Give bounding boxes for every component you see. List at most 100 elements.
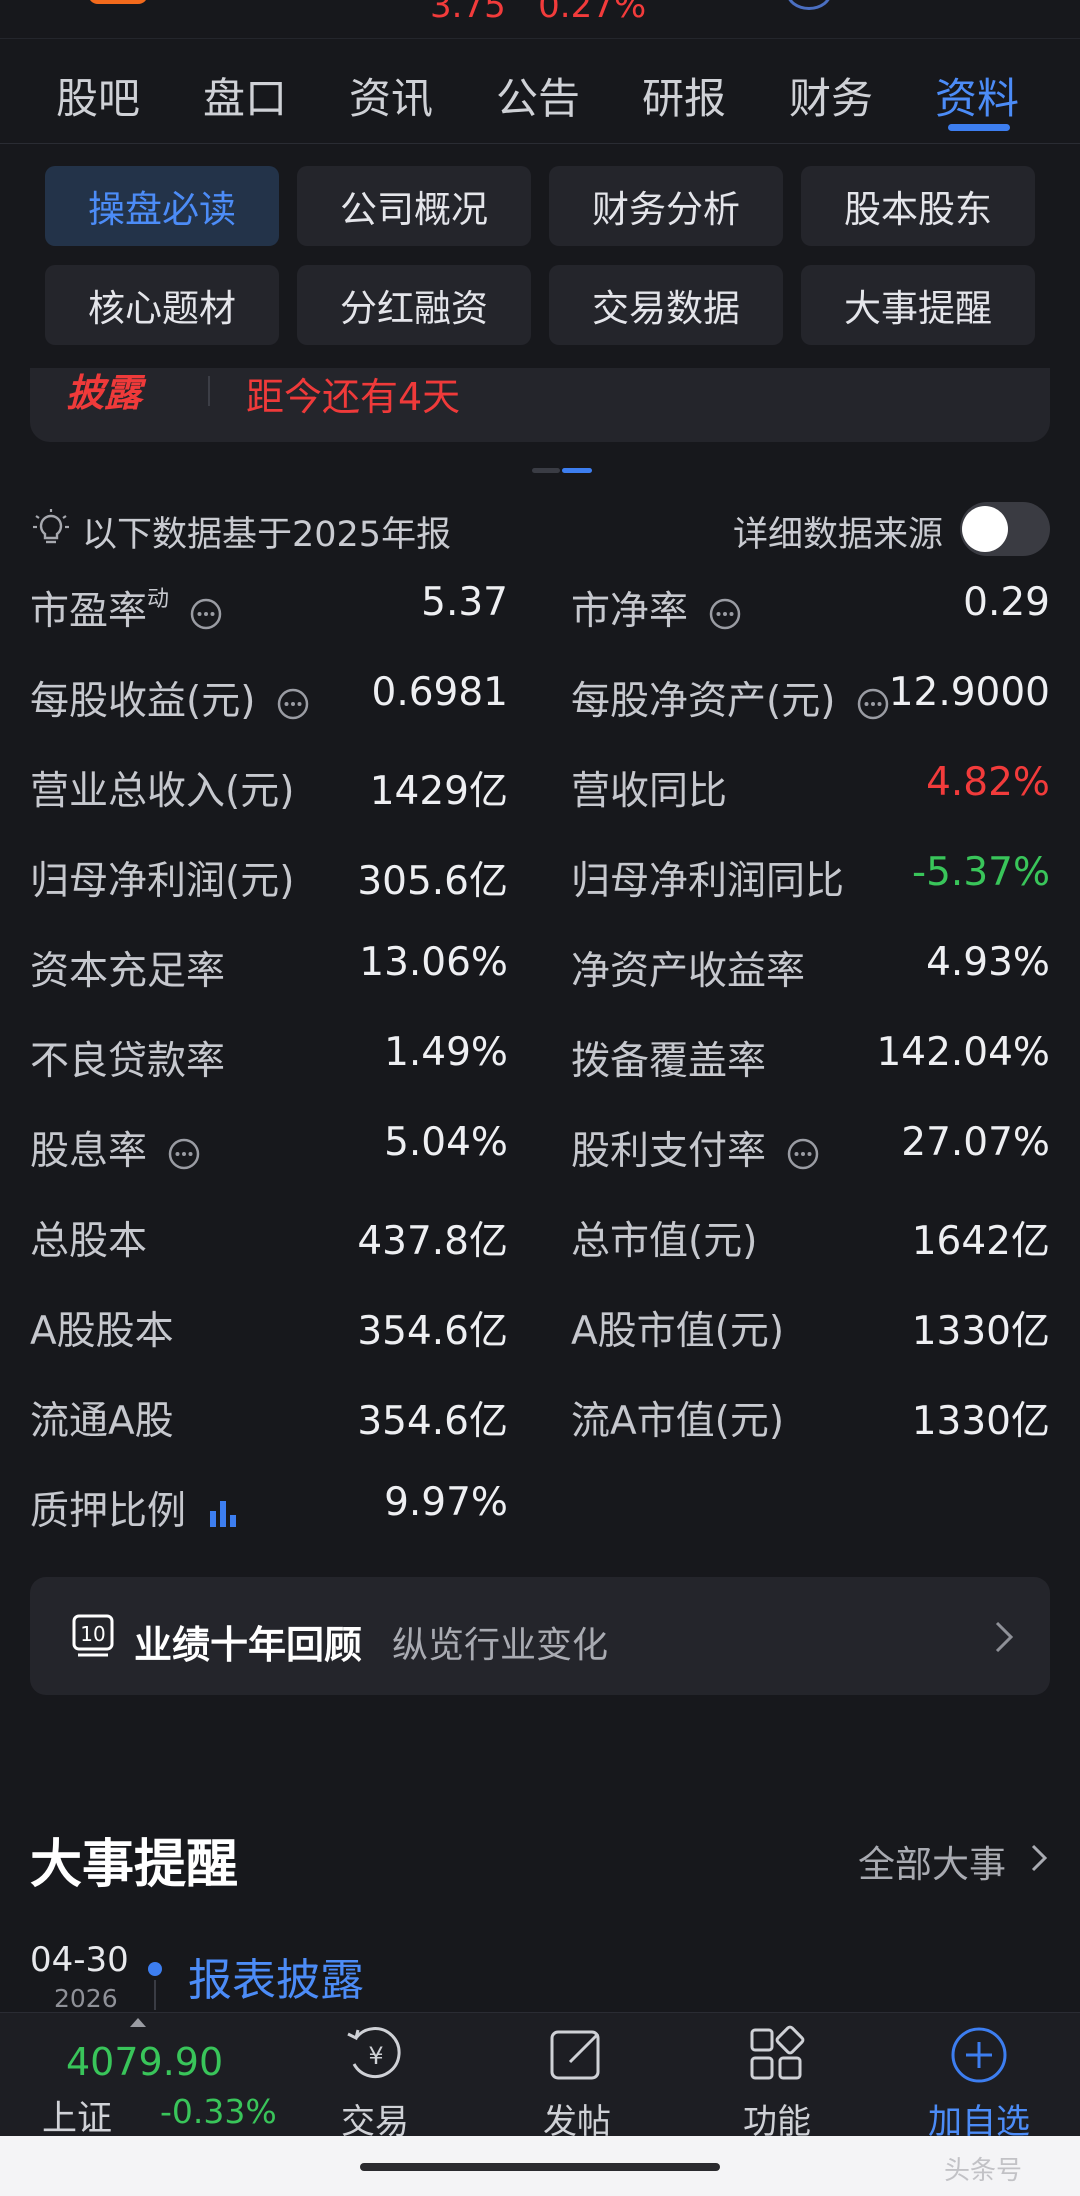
metric-value-provision: 142.04% (876, 1030, 1050, 1075)
add-watchlist-icon[interactable] (948, 2024, 1010, 2086)
ten-year-review-subtitle: 纵览行业变化 (392, 1625, 609, 1666)
metric-label-a-market-cap: A股市值(元) (571, 1309, 785, 1354)
carousel-indicator-active (562, 468, 592, 473)
metric-label-net-profit: 归母净利润(元) (30, 859, 295, 904)
event-date: 04-30 (30, 1940, 129, 1980)
chevron-right-icon (995, 1621, 1014, 1653)
subtab-financial-analysis[interactable]: 财务分析 (549, 166, 783, 246)
tab-news[interactable]: 资讯 (349, 65, 433, 126)
tab-research[interactable]: 研报 (642, 65, 726, 126)
post-edit-icon[interactable] (546, 2024, 610, 2086)
metric-value-revenue: 1429亿 (369, 769, 508, 814)
subtab-shareholders[interactable]: 股本股东 (801, 166, 1035, 246)
metric-label-total-shares: 总股本 (30, 1219, 148, 1264)
metric-value-pe: 5.37 (421, 580, 508, 625)
metric-value-pledge-ratio: 9.97% (384, 1480, 508, 1525)
stock-price-partial: 3.75 0.27% (430, 0, 647, 26)
metric-value-npl: 1.49% (384, 1030, 508, 1075)
metric-value-eps: 0.6981 (371, 670, 508, 715)
metric-label-float-a: 流通A股 (30, 1399, 174, 1444)
metric-label-roe: 净资产收益率 (571, 949, 806, 994)
metric-label-npl: 不良贷款率 (30, 1039, 226, 1084)
metric-value-pb: 0.29 (963, 580, 1050, 625)
lightbulb-icon (33, 509, 69, 544)
metric-value-roe: 4.93% (926, 940, 1050, 985)
main-tab-bar: 股吧 盘口 资讯 公告 研报 财务 资料 (0, 38, 1080, 144)
metric-label-payout-ratio[interactable]: 股利支付率 (571, 1120, 820, 1176)
index-name[interactable]: 上证 (42, 2090, 112, 2141)
expand-caret-icon[interactable] (130, 2018, 146, 2027)
svg-text:¥: ¥ (368, 2042, 383, 2070)
chevron-right-icon[interactable] (1028, 1842, 1050, 1874)
subtab-dividends[interactable]: 分红融资 (297, 265, 531, 345)
tab-profile[interactable]: 资料 (935, 65, 1019, 126)
metric-value-market-cap: 1642亿 (911, 1219, 1050, 1264)
event-year: 2026 (54, 1984, 118, 2013)
subtab-core-themes[interactable]: 核心题材 (45, 265, 279, 345)
metric-label-pe[interactable]: 市盈率动 (30, 580, 223, 636)
carousel-indicator (532, 468, 560, 473)
timeline-line (154, 1980, 156, 2010)
tab-finance[interactable]: 财务 (789, 65, 873, 126)
metric-value-net-profit-yoy: -5.37% (912, 850, 1050, 895)
metric-label-pb[interactable]: 市净率 (571, 580, 742, 636)
home-indicator[interactable] (360, 2163, 720, 2171)
more-info-icon[interactable] (167, 1137, 201, 1171)
metric-value-payout-ratio: 27.07% (901, 1120, 1050, 1165)
more-info-icon[interactable] (856, 687, 890, 721)
data-source-label: 详细数据来源 (733, 515, 944, 555)
tab-announcements[interactable]: 公告 (496, 65, 580, 126)
more-info-icon[interactable] (276, 687, 310, 721)
divider (208, 376, 210, 406)
data-basis-note: 以下数据基于2025年报 (82, 515, 452, 555)
metric-label-dividend-yield[interactable]: 股息率 (30, 1120, 201, 1176)
watermark-text: 头条号 (944, 2156, 1023, 2186)
tab-guba[interactable]: 股吧 (56, 65, 140, 126)
metric-value-total-shares: 437.8亿 (357, 1219, 508, 1264)
trade-icon[interactable]: ¥ (342, 2024, 410, 2086)
bar-chart-icon[interactable] (206, 1497, 242, 1531)
metric-label-market-cap: 总市值(元) (571, 1219, 758, 1264)
ten-year-review-title: 业绩十年回顾 (134, 1623, 363, 1667)
active-tab-underline (948, 124, 1010, 131)
metric-value-bvps: 12.9000 (888, 670, 1050, 715)
metric-label-pledge-ratio[interactable]: 质押比例 (30, 1480, 242, 1536)
metric-value-revenue-yoy: 4.82% (926, 760, 1050, 805)
more-info-icon[interactable] (708, 597, 742, 631)
index-value[interactable]: 4079.90 (66, 2040, 223, 2084)
subtab-trading-data[interactable]: 交易数据 (549, 265, 783, 345)
metric-label-net-profit-yoy: 归母净利润同比 (571, 859, 845, 904)
disclosure-card[interactable] (30, 368, 1050, 442)
event-title[interactable]: 报表披露 (188, 1944, 364, 2008)
grid-functions-icon[interactable] (746, 2024, 808, 2086)
dynamic-superscript: 动 (147, 587, 170, 612)
disclosure-countdown: 距今还有4天 (246, 375, 461, 419)
metric-label-bvps[interactable]: 每股净资产(元) (571, 670, 890, 726)
timeline-dot (148, 1962, 162, 1976)
metric-value-float-a: 354.6亿 (357, 1399, 508, 1444)
tab-pankou[interactable]: 盘口 (203, 65, 287, 126)
metric-value-car: 13.06% (359, 940, 508, 985)
metric-label-car: 资本充足率 (30, 949, 226, 994)
metric-value-dividend-yield: 5.04% (384, 1120, 508, 1165)
all-events-link[interactable]: 全部大事 (858, 1834, 1006, 1888)
metric-value-a-shares: 354.6亿 (357, 1309, 508, 1354)
metric-label-revenue: 营业总收入(元) (30, 769, 295, 814)
subtab-trading-guide[interactable]: 操盘必读 (45, 166, 279, 246)
calendar-ten-icon-label: 10 (80, 1622, 105, 1646)
index-change[interactable]: -0.33% (160, 2092, 277, 2131)
calendar-ten-icon: 10 (72, 1614, 114, 1657)
metric-label-provision: 拨备覆盖率 (571, 1039, 767, 1084)
subtab-company-overview[interactable]: 公司概况 (297, 166, 531, 246)
metric-label-float-a-cap: 流A市值(元) (571, 1399, 785, 1444)
subtab-major-events[interactable]: 大事提醒 (801, 265, 1035, 345)
metric-value-float-a-cap: 1330亿 (911, 1399, 1050, 1444)
metric-value-a-market-cap: 1330亿 (911, 1309, 1050, 1354)
metric-label-a-shares: A股股本 (30, 1309, 174, 1354)
more-info-icon[interactable] (189, 597, 223, 631)
more-info-icon[interactable] (786, 1137, 820, 1171)
metric-value-net-profit: 305.6亿 (357, 859, 508, 904)
major-events-title: 大事提醒 (30, 1835, 239, 1895)
toggle-knob (962, 506, 1008, 552)
metric-label-eps[interactable]: 每股收益(元) (30, 670, 310, 726)
